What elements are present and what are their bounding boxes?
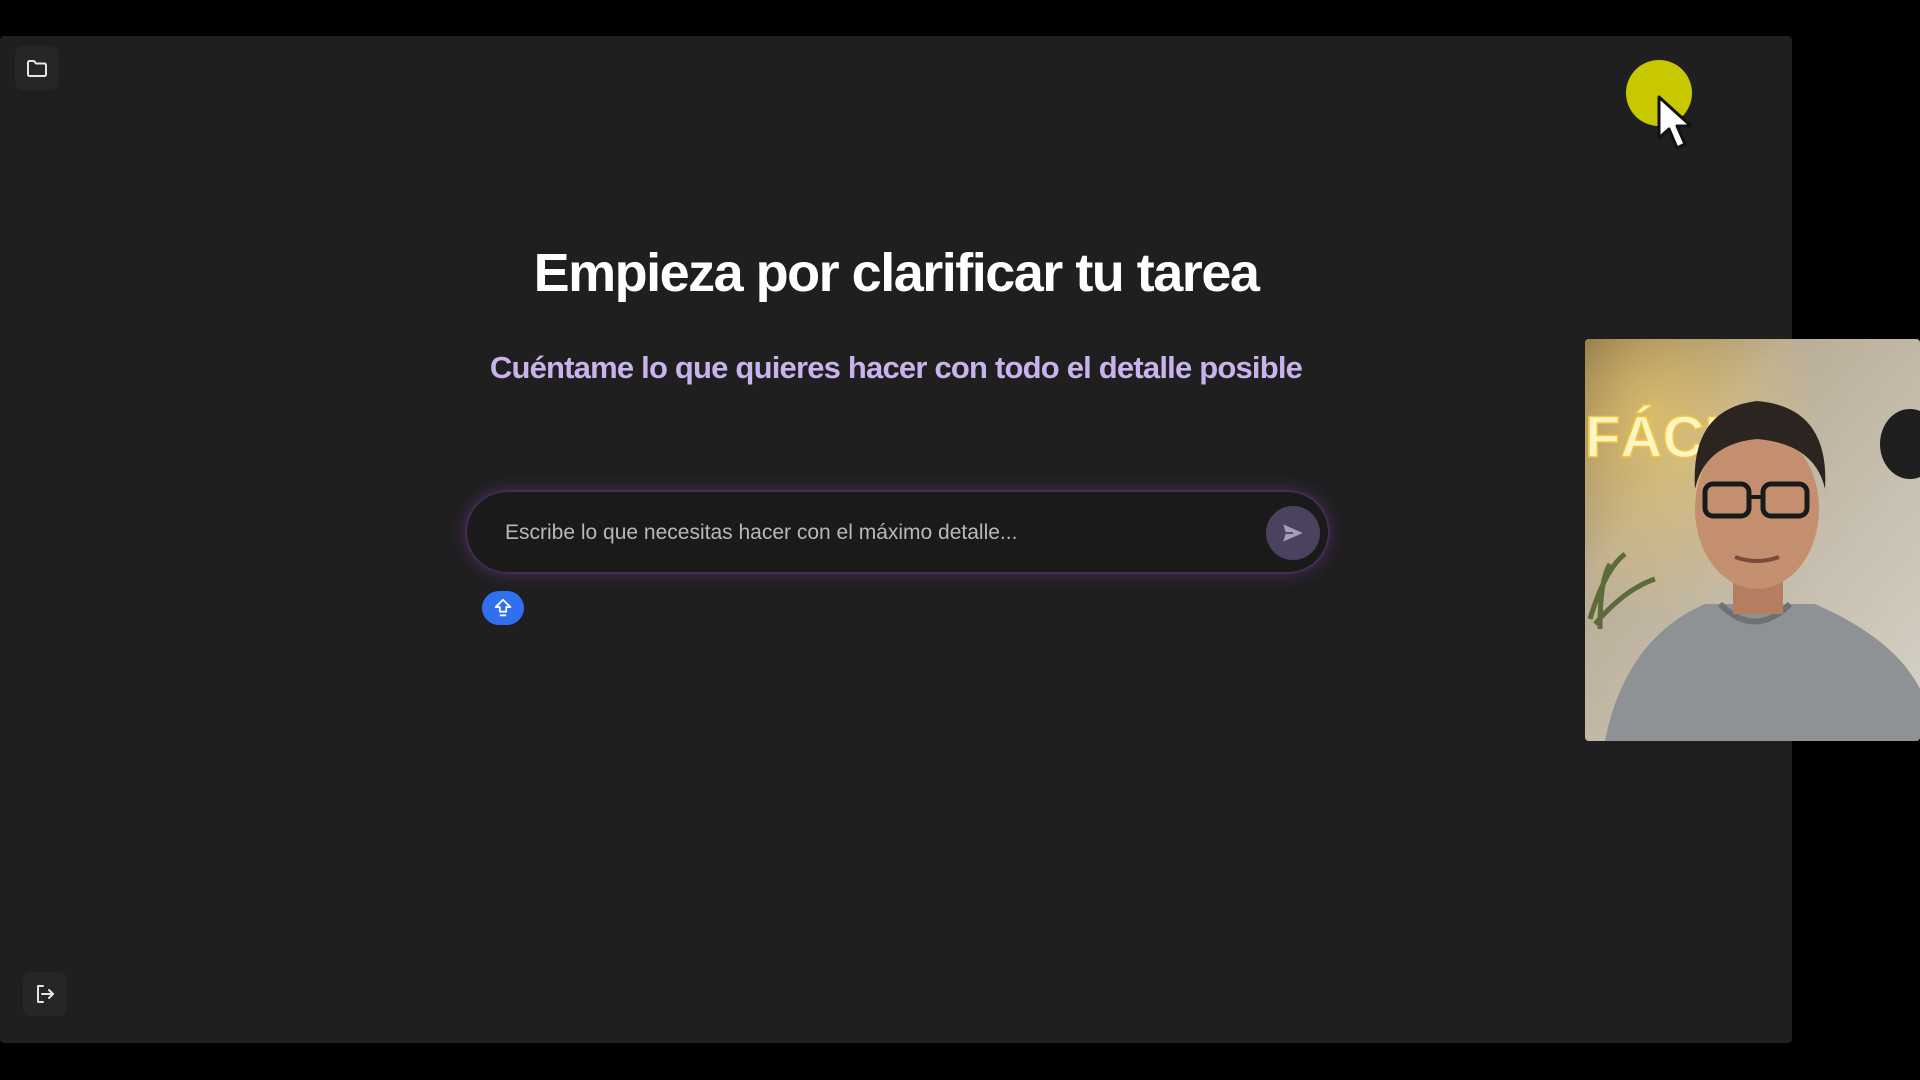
task-input[interactable] — [503, 510, 1207, 556]
presenter-video: FÁCIL — [1585, 339, 1920, 741]
page-subtitle: Cuéntame lo que quieres hacer con todo e… — [489, 350, 1303, 385]
logout-button[interactable] — [23, 972, 67, 1016]
logout-icon — [37, 985, 54, 1003]
send-button[interactable] — [1266, 506, 1320, 560]
webcam-overlay: FÁCIL — [1585, 339, 1920, 741]
upload-button[interactable] — [482, 591, 524, 625]
folder-icon — [27, 60, 47, 77]
upload-icon — [494, 598, 512, 617]
page-title: Empieza por clarificar tu tarea — [533, 243, 1260, 303]
folder-button[interactable] — [15, 46, 59, 90]
send-icon — [1283, 524, 1303, 542]
app-window: Empieza por clarificar tu tarea Cuéntame… — [0, 36, 1792, 1043]
mouse-cursor-icon — [1657, 95, 1693, 150]
task-composer — [467, 492, 1328, 572]
